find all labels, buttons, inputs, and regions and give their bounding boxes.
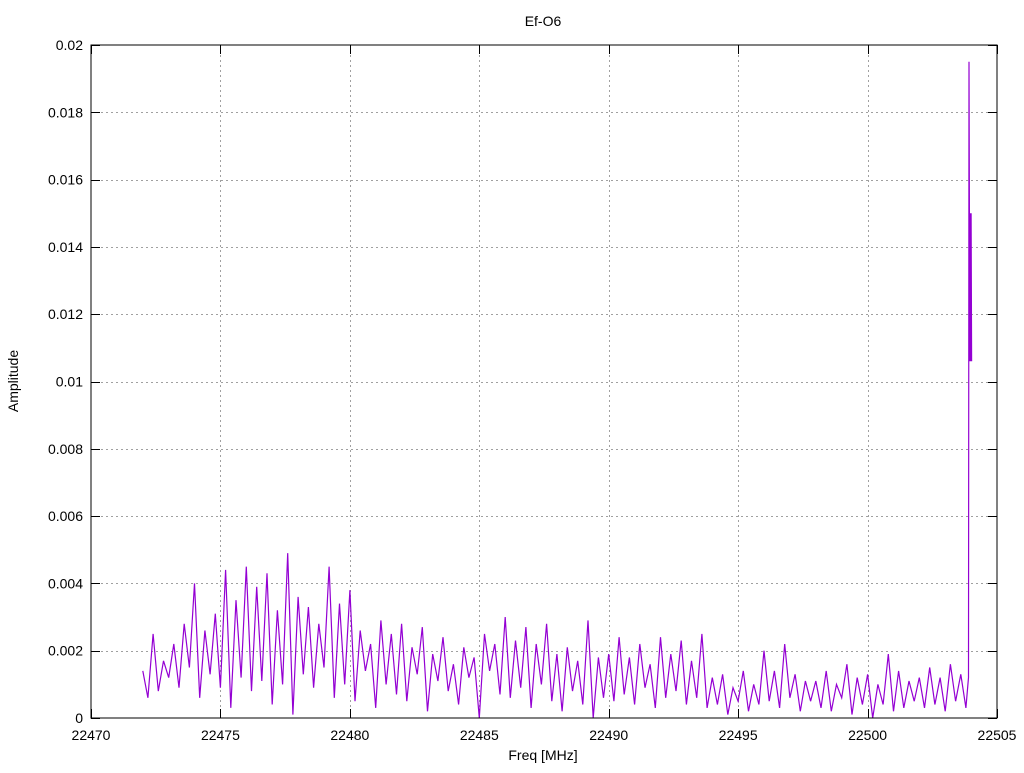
y-tick-label: 0.018 xyxy=(48,104,83,120)
x-tick-label: 22485 xyxy=(460,727,499,743)
y-tick-label: 0.012 xyxy=(48,306,83,322)
x-tick-label: 22495 xyxy=(719,727,758,743)
y-tick-label: 0.016 xyxy=(48,172,83,188)
y-tick-label: 0.002 xyxy=(48,643,83,659)
y-tick-label: 0.004 xyxy=(48,575,83,591)
y-tick-label: 0.014 xyxy=(48,239,83,255)
chart: Ef-O6 Freq [MHz] Amplitude 22470 22475 224… xyxy=(0,0,1024,768)
x-axis-label: Freq [MHz] xyxy=(508,747,577,763)
x-tick-label: 22470 xyxy=(72,727,111,743)
x-tick-label: 22480 xyxy=(330,727,369,743)
chart-background xyxy=(0,0,1024,768)
y-tick-label: 0.02 xyxy=(56,37,83,53)
y-tick-label: 0.008 xyxy=(48,441,83,457)
x-tick-label: 22490 xyxy=(589,727,628,743)
y-tick-label: 0 xyxy=(75,710,83,726)
y-axis-label: Amplitude xyxy=(5,350,21,412)
y-tick-label: 0.006 xyxy=(48,508,83,524)
x-tick-label: 22505 xyxy=(978,727,1017,743)
chart-title: Ef-O6 xyxy=(525,13,562,29)
x-tick-label: 22500 xyxy=(848,727,887,743)
x-tick-label: 22475 xyxy=(201,727,240,743)
y-tick-label: 0.01 xyxy=(56,374,83,390)
